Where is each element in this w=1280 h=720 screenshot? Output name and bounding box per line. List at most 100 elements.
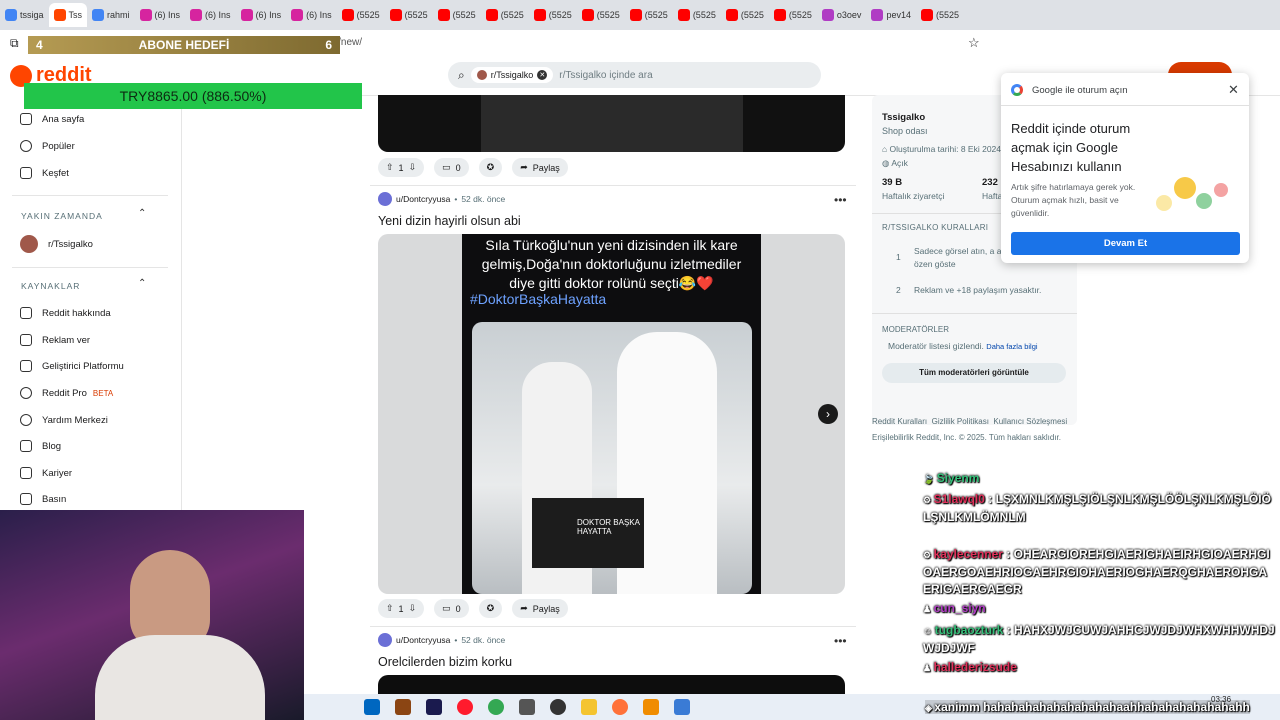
award-button[interactable]: ✪ bbox=[478, 158, 503, 177]
taskbar-app-icon[interactable] bbox=[395, 699, 411, 715]
sidebar-item-careers[interactable]: Kariyer bbox=[20, 467, 72, 479]
sidebar-item-blog[interactable]: Blog bbox=[20, 440, 61, 452]
more-options-icon[interactable]: ••• bbox=[834, 193, 847, 207]
recent-section-title[interactable]: YAKIN ZAMANDA bbox=[21, 211, 103, 221]
sidebar-item-popular[interactable]: Popüler bbox=[20, 140, 75, 152]
post-title[interactable]: Orelcilerden bizim korku bbox=[378, 655, 512, 669]
bookmark-star-icon[interactable]: ☆ bbox=[968, 35, 980, 51]
sidebar-item-help[interactable]: Yardım Merkezi bbox=[20, 414, 108, 426]
browser-tab[interactable]: (5525 bbox=[769, 3, 817, 27]
subreddit-avatar bbox=[476, 70, 487, 80]
donation-total-overlay: TRY8865.00 (886.50%) bbox=[24, 83, 362, 109]
browser-tab[interactable]: (5525 bbox=[721, 3, 769, 27]
sidebar-item-developer-platform[interactable]: Geliştirici Platformu bbox=[20, 360, 124, 372]
upvote-icon[interactable]: ⇧ bbox=[386, 162, 394, 173]
sidebar-item-about-reddit[interactable]: Reddit hakkında bbox=[20, 307, 111, 319]
obs-icon[interactable] bbox=[550, 699, 566, 715]
next-image-button[interactable]: › bbox=[818, 404, 838, 424]
browser-tab[interactable]: (5525 bbox=[529, 3, 577, 27]
browser-tab[interactable]: (5525 bbox=[577, 3, 625, 27]
award-button[interactable]: ✪ bbox=[478, 599, 503, 618]
chevron-up-icon[interactable]: ⌃ bbox=[138, 208, 146, 219]
chat-message: 🍃 Siyenm bbox=[923, 471, 980, 485]
taskbar-app-icon[interactable] bbox=[674, 699, 690, 715]
tab-label: tssiga bbox=[20, 10, 44, 20]
browser-tab[interactable]: (5525 bbox=[916, 3, 964, 27]
footer-link-rules[interactable]: Reddit Kuralları bbox=[872, 417, 927, 426]
sidebar-item-home[interactable]: Ana sayfa bbox=[20, 113, 84, 125]
tab-label: o3oev bbox=[836, 10, 862, 20]
more-options-icon[interactable]: ••• bbox=[834, 634, 847, 648]
share-button[interactable]: ➦ Paylaş bbox=[512, 158, 568, 177]
taskbar-app-icon[interactable] bbox=[519, 699, 535, 715]
help-icon bbox=[20, 414, 32, 426]
upvote-icon[interactable]: ⇧ bbox=[386, 603, 394, 614]
post-media[interactable] bbox=[378, 95, 845, 152]
sidebar-item-recent-tssigalko[interactable]: r/Tssigalko bbox=[20, 235, 93, 253]
browser-tab[interactable]: (5525 bbox=[481, 3, 529, 27]
browser-tab[interactable]: (5525 bbox=[385, 3, 433, 27]
firefox-icon[interactable] bbox=[612, 699, 628, 715]
browser-tab[interactable]: (6) Ins bbox=[185, 3, 236, 27]
search-placeholder[interactable]: r/Tssigalko içinde ara bbox=[559, 70, 652, 81]
browser-tab[interactable]: pev14 bbox=[866, 3, 916, 27]
comments-button[interactable]: ▭ 0 bbox=[434, 158, 469, 177]
share-button[interactable]: ➦ Paylaş bbox=[512, 599, 568, 618]
taskbar-app-icon[interactable] bbox=[426, 699, 442, 715]
learn-more-link[interactable]: Daha fazla bilgi bbox=[986, 342, 1037, 351]
comments-button[interactable]: ▭ 0 bbox=[434, 599, 469, 618]
rule-text[interactable]: Reklam ve +18 paylaşım yasaktır. bbox=[914, 285, 1041, 295]
opera-icon[interactable] bbox=[457, 699, 473, 715]
megaphone-icon bbox=[20, 334, 32, 346]
visibility-row: ◍ Açık bbox=[882, 158, 908, 169]
browser-tab[interactable]: tssiga bbox=[0, 3, 49, 27]
chevron-up-icon[interactable]: ⌃ bbox=[138, 278, 146, 289]
file-explorer-icon[interactable] bbox=[581, 699, 597, 715]
vlc-icon[interactable] bbox=[643, 699, 659, 715]
sidebar-toggle-icon[interactable]: ⧉ bbox=[10, 36, 19, 51]
subscriber-goal-overlay: 4 ABONE HEDEFİ 6 bbox=[28, 36, 340, 54]
award-icon: ✪ bbox=[486, 603, 495, 613]
continue-button[interactable]: Devam Et bbox=[1011, 232, 1240, 255]
footer-link-agreement[interactable]: Kullanıcı Sözleşmesi bbox=[993, 417, 1067, 426]
sidebar-item-explore[interactable]: Keşfet bbox=[20, 167, 69, 179]
downvote-icon[interactable]: ⇩ bbox=[409, 162, 417, 173]
post-title[interactable]: Yeni dizin hayirli olsun abi bbox=[378, 214, 521, 228]
taskbar-app-icon[interactable] bbox=[364, 699, 380, 715]
sidebar-item-press[interactable]: Basın bbox=[20, 493, 66, 505]
close-icon[interactable]: ✕ bbox=[1228, 82, 1239, 98]
chat-message: ♟ cun_siyn bbox=[923, 601, 986, 615]
vote-group[interactable]: ⇧ 1 ⇩ bbox=[378, 599, 425, 618]
browser-tab[interactable]: rahmi bbox=[87, 3, 135, 27]
post-media[interactable]: Sıla Türkoğlu'nun yeni dizisinden ilk ka… bbox=[378, 234, 845, 594]
browser-tab[interactable]: (5525 bbox=[673, 3, 721, 27]
post-author[interactable]: u/Dontcryyusa • 52 dk. önce bbox=[378, 192, 505, 206]
post-media[interactable] bbox=[378, 675, 845, 694]
chrome-icon[interactable] bbox=[488, 699, 504, 715]
chat-message: ◈ xanimm hahahahahahahahahahaahhahahahah… bbox=[925, 700, 1250, 714]
sidebar-item-reddit-pro[interactable]: Reddit Pro BETA bbox=[20, 387, 113, 399]
vote-group[interactable]: ⇧ 1 ⇩ bbox=[378, 158, 425, 177]
browser-tab[interactable]: o3oev bbox=[817, 3, 867, 27]
tab-label: (5525 bbox=[740, 10, 764, 20]
browser-tab[interactable]: Tss bbox=[48, 3, 88, 27]
author-name[interactable]: u/Dontcryyusa bbox=[396, 635, 450, 645]
divider bbox=[370, 626, 856, 627]
downvote-icon[interactable]: ⇩ bbox=[409, 603, 417, 614]
browser-tab[interactable]: (6) Ins bbox=[236, 3, 287, 27]
browser-tab[interactable]: (5525 bbox=[433, 3, 481, 27]
browser-tab[interactable]: (5525 bbox=[337, 3, 385, 27]
subreddit-chip[interactable]: r/Tssigalko ✕ bbox=[470, 67, 554, 83]
post-author[interactable]: u/Dontcryyusa • 52 dk. önce bbox=[378, 633, 505, 647]
tab-label: (5525 bbox=[644, 10, 668, 20]
browser-tab[interactable]: (6) Ins bbox=[135, 3, 186, 27]
author-name[interactable]: u/Dontcryyusa bbox=[396, 194, 450, 204]
browser-tab[interactable]: (5525 bbox=[625, 3, 673, 27]
footer-link-privacy[interactable]: Gizlilik Politikası bbox=[932, 417, 989, 426]
resources-section-title[interactable]: KAYNAKLAR bbox=[21, 281, 80, 291]
sidebar-item-advertise[interactable]: Reklam ver bbox=[20, 334, 90, 346]
chip-close-icon[interactable]: ✕ bbox=[537, 70, 548, 80]
search-bar[interactable]: ⌕ r/Tssigalko ✕ r/Tssigalko içinde ara bbox=[448, 62, 821, 88]
browser-tab[interactable]: (6) Ins bbox=[286, 3, 337, 27]
view-all-moderators-button[interactable]: Tüm moderatörleri görüntüle bbox=[882, 363, 1066, 383]
